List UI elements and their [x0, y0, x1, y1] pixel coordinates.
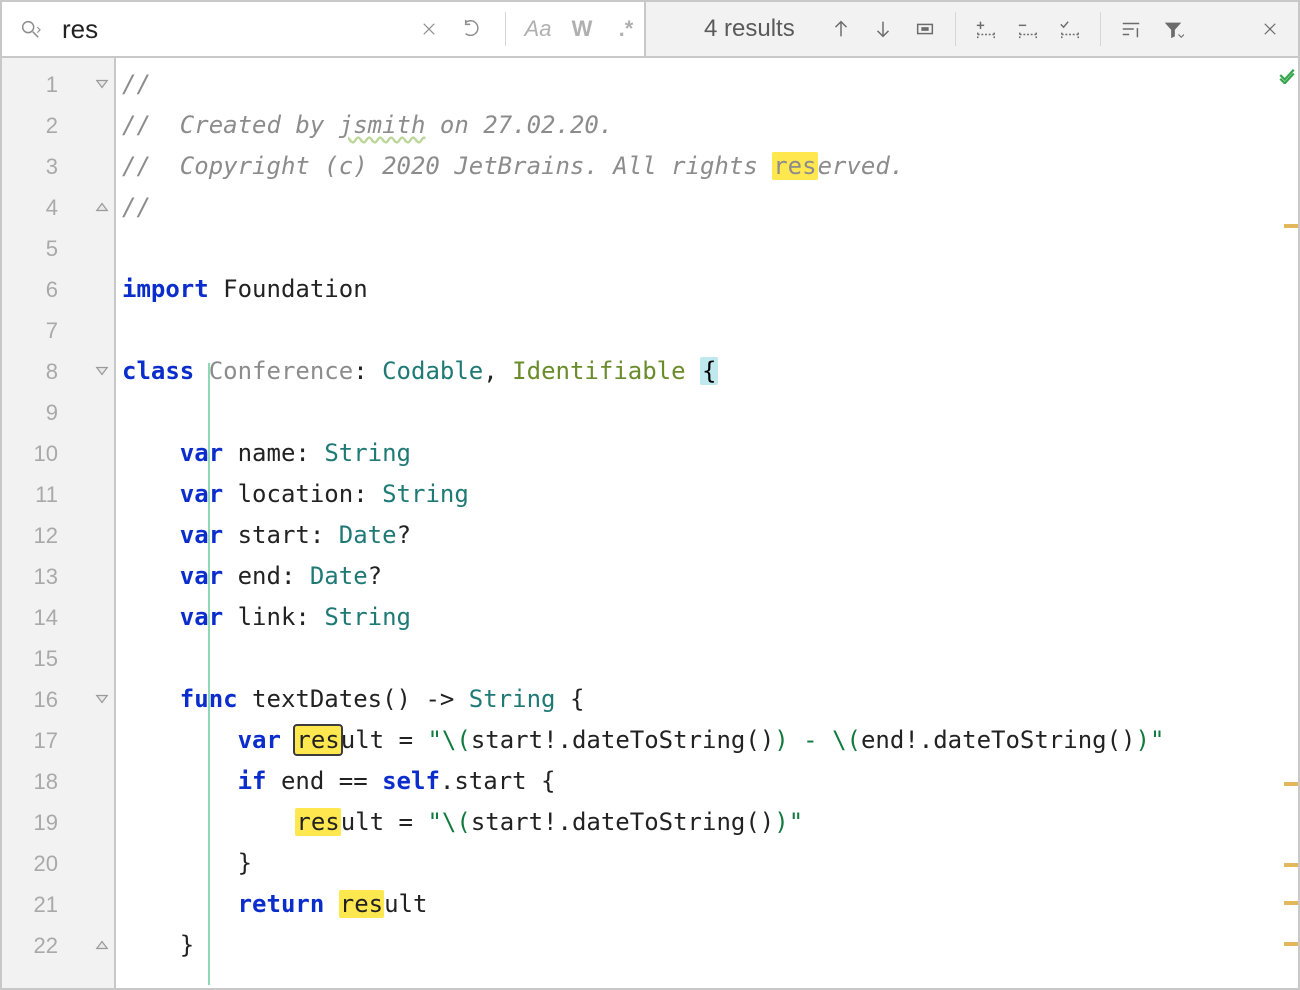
line-number: 14 [2, 597, 74, 638]
fold-cell [74, 474, 114, 515]
line-number: 6 [2, 269, 74, 310]
marker-tick[interactable] [1284, 901, 1298, 905]
code-text[interactable]: // // Created by jsmith on 27.02.20. // … [116, 64, 1276, 966]
add-selection-icon[interactable] [968, 11, 1004, 47]
line-number: 7 [2, 310, 74, 351]
code-area[interactable]: // // Created by jsmith on 27.02.20. // … [116, 58, 1276, 988]
line-number: 19 [2, 802, 74, 843]
regex-toggle[interactable]: .* [608, 16, 644, 42]
line-number: 17 [2, 720, 74, 761]
marker-tick[interactable] [1284, 942, 1298, 946]
line-number: 4 [2, 187, 74, 228]
fold-cell [74, 925, 114, 966]
marker-tick[interactable] [1284, 782, 1298, 786]
fold-cell [74, 351, 114, 392]
line-number: 20 [2, 843, 74, 884]
marker-tick[interactable] [1284, 224, 1298, 228]
fold-cell [74, 720, 114, 761]
fold-expand-end-icon[interactable] [92, 935, 112, 955]
fold-cell [74, 269, 114, 310]
editor[interactable]: 12345678910111213141516171819202122 // /… [2, 58, 1298, 988]
line-number: 10 [2, 433, 74, 474]
filter-icon[interactable] [1155, 11, 1191, 47]
divider [955, 12, 956, 46]
divider [505, 12, 506, 46]
fold-cell [74, 638, 114, 679]
line-number: 22 [2, 925, 74, 966]
fold-cell [74, 679, 114, 720]
line-number: 9 [2, 392, 74, 433]
next-match-icon[interactable] [865, 11, 901, 47]
fold-collapse-icon[interactable] [92, 74, 112, 94]
line-number: 5 [2, 228, 74, 269]
prev-match-icon[interactable] [823, 11, 859, 47]
fold-collapse-icon[interactable] [92, 361, 112, 381]
fold-cell [74, 597, 114, 638]
fold-collapse-icon[interactable] [92, 689, 112, 709]
line-number: 18 [2, 761, 74, 802]
line-number: 2 [2, 105, 74, 146]
fold-cell [74, 884, 114, 925]
fold-cell [74, 105, 114, 146]
inspection-ok-icon[interactable] [1278, 66, 1296, 88]
remove-selection-icon[interactable] [1010, 11, 1046, 47]
fold-cell [74, 310, 114, 351]
find-bar-right: 4 results [644, 2, 1298, 56]
brace-indicator [208, 363, 210, 985]
fold-cell [74, 64, 114, 105]
results-count: 4 results [656, 15, 817, 43]
fold-cell [74, 228, 114, 269]
fold-cell [74, 556, 114, 597]
line-number: 21 [2, 884, 74, 925]
clear-icon[interactable] [411, 11, 447, 47]
find-bar: Aa W .* 4 results [2, 2, 1298, 58]
select-all-occurrences-icon[interactable] [907, 11, 943, 47]
line-number: 8 [2, 351, 74, 392]
fold-cell [74, 843, 114, 884]
line-number: 1 [2, 64, 74, 105]
find-bar-left: Aa W .* [2, 2, 644, 56]
marker-bar[interactable] [1276, 58, 1298, 988]
whole-word-toggle[interactable]: W [564, 16, 600, 42]
line-number: 16 [2, 679, 74, 720]
toggle-selection-icon[interactable] [1052, 11, 1088, 47]
fold-cell [74, 187, 114, 228]
fold-cell [74, 433, 114, 474]
fold-cell [74, 802, 114, 843]
fold-column [74, 58, 116, 988]
fold-cell [74, 146, 114, 187]
line-number: 13 [2, 556, 74, 597]
fold-cell [74, 761, 114, 802]
close-icon[interactable] [1252, 11, 1288, 47]
show-filter-options-icon[interactable] [1113, 11, 1149, 47]
line-number: 15 [2, 638, 74, 679]
search-history-icon[interactable] [455, 11, 491, 47]
line-number: 11 [2, 474, 74, 515]
divider [1100, 12, 1101, 46]
match-case-toggle[interactable]: Aa [520, 16, 556, 42]
find-input[interactable] [56, 10, 403, 49]
marker-tick[interactable] [1284, 863, 1298, 867]
fold-expand-end-icon[interactable] [92, 197, 112, 217]
gutter: 12345678910111213141516171819202122 [2, 58, 74, 988]
line-number: 3 [2, 146, 74, 187]
search-icon[interactable] [12, 11, 48, 47]
line-number: 12 [2, 515, 74, 556]
fold-cell [74, 392, 114, 433]
fold-cell [74, 515, 114, 556]
